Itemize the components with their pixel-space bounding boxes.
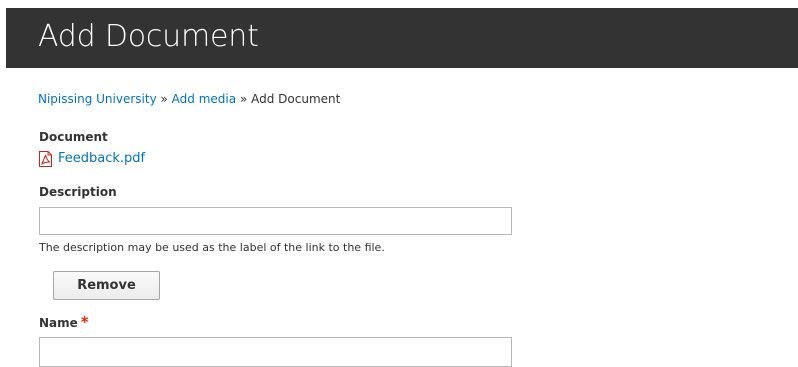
breadcrumb-link-home[interactable]: Nipissing University <box>38 92 157 106</box>
document-file-link[interactable]: Feedback.pdf <box>58 151 145 167</box>
pdf-file-icon <box>39 151 52 167</box>
description-help-text: The description may be used as the label… <box>39 241 385 254</box>
breadcrumb: Nipissing University » Add media » Add D… <box>38 91 340 107</box>
breadcrumb-separator: » <box>239 92 248 106</box>
breadcrumb-current: Add Document <box>251 92 341 106</box>
document-label: Document <box>39 130 108 144</box>
page-header: Add Document <box>6 8 798 68</box>
description-input[interactable] <box>39 207 512 235</box>
page-title: Add Document <box>38 19 259 54</box>
required-marker: * <box>80 313 89 331</box>
description-label: Description <box>39 185 117 199</box>
name-label: Name * <box>39 314 89 331</box>
breadcrumb-link-add-media[interactable]: Add media <box>172 92 236 106</box>
breadcrumb-separator: » <box>160 92 168 106</box>
document-file: Feedback.pdf <box>39 150 145 168</box>
name-label-text: Name <box>39 316 78 330</box>
remove-button[interactable]: Remove <box>53 271 160 300</box>
